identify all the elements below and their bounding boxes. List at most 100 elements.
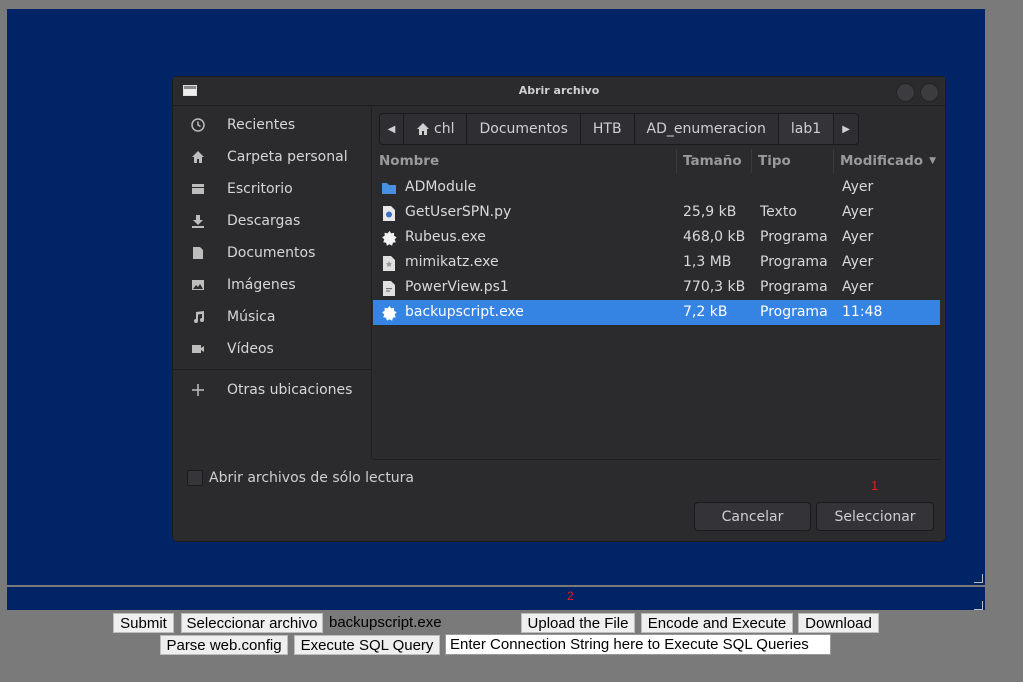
execute-sql-button[interactable]: Execute SQL Query	[294, 635, 440, 655]
home-icon	[416, 122, 430, 136]
home-icon	[189, 148, 207, 166]
path-crumb[interactable]: AD_enumeracion	[635, 114, 779, 144]
file-row[interactable]: Rubeus.exe 468,0 kB Programa Ayer	[373, 225, 940, 250]
document-icon	[189, 244, 207, 262]
sidebar-item-label: Recientes	[227, 117, 296, 133]
music-icon	[189, 308, 207, 326]
annotation-marker-2: 2	[567, 589, 574, 603]
sidebar-item-otras-ubicaciones[interactable]: Otras ubicaciones	[173, 375, 371, 405]
chevron-right-icon: ▶	[842, 123, 850, 135]
sidebar-item-musica[interactable]: Música	[173, 302, 371, 332]
file-type: Programa	[760, 304, 828, 320]
column-label: Tipo	[758, 153, 791, 169]
folder-icon	[381, 180, 397, 196]
path-crumb-label: Documentos	[479, 121, 568, 137]
file-row[interactable]: GetUserSPN.py 25,9 kB Texto Ayer	[373, 200, 940, 225]
column-header-name[interactable]: Nombre	[373, 149, 677, 173]
path-crumb-home[interactable]: chl	[404, 114, 468, 144]
file-row[interactable]: PowerView.ps1 770,3 kB Programa Ayer	[373, 275, 940, 300]
dialog-titlebar: Abrir archivo	[173, 77, 945, 106]
column-header-type[interactable]: Tipo	[752, 149, 834, 173]
file-type: Programa	[760, 229, 828, 245]
submit-button[interactable]: Submit	[113, 613, 174, 633]
sidebar-divider	[173, 369, 371, 370]
executable-file-icon	[381, 255, 397, 271]
file-name: mimikatz.exe	[405, 254, 499, 270]
desktop-icon	[189, 180, 207, 198]
places-sidebar: Recientes Carpeta personal Escritorio De…	[173, 107, 372, 459]
sidebar-item-escritorio[interactable]: Escritorio	[173, 174, 371, 204]
open-file-dialog: Abrir archivo Recientes Carpeta personal…	[172, 76, 946, 542]
output-textarea[interactable]: 2	[7, 587, 985, 610]
sidebar-item-label: Imágenes	[227, 277, 296, 293]
file-name: PowerView.ps1	[405, 279, 509, 295]
path-bar: ◀ chl Documentos HTB AD_enumeracion lab1…	[379, 113, 860, 145]
clock-icon	[189, 116, 207, 134]
file-name: ADModule	[405, 179, 477, 195]
sidebar-item-recientes[interactable]: Recientes	[173, 110, 371, 140]
file-name: Rubeus.exe	[405, 229, 486, 245]
path-crumb[interactable]: Documentos	[467, 114, 581, 144]
choose-file-button[interactable]: Seleccionar archivo	[181, 613, 323, 633]
column-header-size[interactable]: Tamaño	[677, 149, 752, 173]
select-button[interactable]: Seleccionar	[816, 502, 934, 531]
file-row-selected[interactable]: backupscript.exe 7,2 kB Programa 11:48	[373, 300, 940, 325]
sort-descending-icon: ▼	[929, 156, 936, 166]
path-crumb-label: chl	[434, 121, 455, 137]
file-type: Texto	[760, 204, 797, 220]
sidebar-item-label: Documentos	[227, 245, 316, 261]
column-header-modified[interactable]: Modificado ▼	[834, 149, 940, 173]
file-modified: 11:48	[842, 304, 883, 320]
parse-webconfig-button[interactable]: Parse web.config	[160, 635, 288, 655]
path-back-button[interactable]: ◀	[380, 114, 404, 144]
file-size: 770,3 kB	[683, 279, 746, 295]
executable-icon	[381, 230, 397, 246]
annotation-marker-1: 1	[871, 478, 879, 493]
path-crumb-label: HTB	[592, 121, 622, 137]
sidebar-item-imagenes[interactable]: Imágenes	[173, 270, 371, 300]
image-icon	[189, 276, 207, 294]
file-type: Programa	[760, 279, 828, 295]
resize-grip[interactable]	[974, 601, 983, 610]
encode-execute-button[interactable]: Encode and Execute	[641, 613, 793, 633]
python-file-icon	[381, 205, 397, 221]
sidebar-item-videos[interactable]: Vídeos	[173, 334, 371, 364]
path-forward-button[interactable]: ▶	[834, 114, 858, 144]
download-button[interactable]: Download	[798, 613, 879, 633]
sidebar-item-documentos[interactable]: Documentos	[173, 238, 371, 268]
sidebar-item-label: Escritorio	[227, 181, 293, 197]
file-modified: Ayer	[842, 254, 874, 270]
connection-string-input[interactable]: Enter Connection String here to Execute …	[445, 634, 831, 655]
file-modified: Ayer	[842, 279, 874, 295]
readonly-checkbox[interactable]	[187, 470, 203, 486]
file-row[interactable]: ADModule Ayer	[373, 175, 940, 200]
file-size: 468,0 kB	[683, 229, 746, 245]
path-crumb-current[interactable]: lab1	[778, 114, 835, 144]
dialog-title: Abrir archivo	[518, 84, 600, 97]
file-size: 7,2 kB	[683, 304, 728, 320]
path-crumb-label: lab1	[790, 121, 822, 137]
resize-grip[interactable]	[974, 574, 983, 583]
file-list-divider	[373, 459, 941, 460]
minimize-button[interactable]	[896, 83, 915, 102]
sidebar-item-carpeta-personal[interactable]: Carpeta personal	[173, 142, 371, 172]
script-file-icon	[381, 280, 397, 296]
column-label: Modificado	[840, 153, 924, 169]
file-modified: Ayer	[842, 204, 874, 220]
sidebar-item-label: Otras ubicaciones	[227, 382, 353, 398]
file-size: 1,3 MB	[683, 254, 732, 270]
sidebar-item-label: Música	[227, 309, 276, 325]
upload-file-button[interactable]: Upload the File	[521, 613, 635, 633]
file-type: Programa	[760, 254, 828, 270]
sidebar-item-descargas[interactable]: Descargas	[173, 206, 371, 236]
close-button[interactable]	[920, 83, 939, 102]
plus-icon	[189, 381, 207, 399]
executable-icon	[381, 305, 397, 321]
file-name: backupscript.exe	[405, 304, 524, 320]
file-modified: Ayer	[842, 229, 874, 245]
path-crumb[interactable]: HTB	[581, 114, 635, 144]
column-label: Tamaño	[683, 153, 742, 169]
cancel-button[interactable]: Cancelar	[694, 502, 811, 531]
file-row[interactable]: mimikatz.exe 1,3 MB Programa Ayer	[373, 250, 940, 275]
readonly-option[interactable]: Abrir archivos de sólo lectura	[187, 470, 414, 486]
